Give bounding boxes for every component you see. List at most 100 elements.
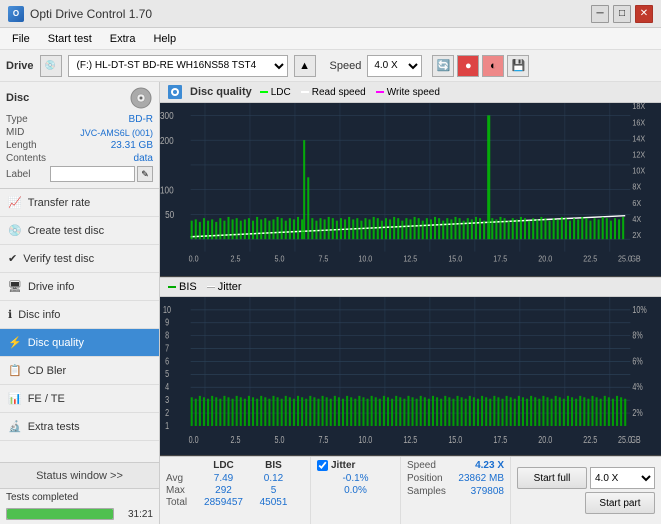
nav-disc-info[interactable]: ℹ Disc info — [0, 301, 159, 329]
nav-drive-info[interactable]: 🖥 Drive info — [0, 273, 159, 301]
svg-text:3: 3 — [165, 394, 169, 406]
bis-legend-row: BIS Jitter — [160, 277, 661, 297]
save-icon[interactable]: 💾 — [507, 55, 529, 77]
svg-text:0.0: 0.0 — [189, 254, 199, 264]
speed-select[interactable]: 4.0 X — [367, 55, 422, 77]
legend-read-speed: Read speed — [301, 87, 366, 98]
svg-text:15.0: 15.0 — [448, 434, 462, 446]
start-full-button[interactable]: Start full — [517, 467, 587, 489]
avg-jitter: -0.1% — [317, 473, 394, 484]
svg-text:7.5: 7.5 — [318, 434, 328, 446]
chart-legend: LDC Read speed Write speed — [260, 87, 440, 98]
svg-text:50: 50 — [165, 209, 174, 220]
ldc-dot — [260, 91, 268, 93]
settings-icon[interactable]: ● — [457, 55, 479, 77]
svg-text:GB: GB — [630, 434, 640, 446]
ldc-label: LDC — [271, 87, 291, 98]
svg-text:4: 4 — [165, 381, 169, 393]
svg-text:6X: 6X — [632, 198, 641, 208]
speed-dropdown[interactable]: 4.0 X — [590, 467, 655, 489]
status-completed-row: Tests completed — [0, 489, 159, 506]
drive-icon-btn[interactable]: 💿 — [40, 55, 62, 77]
disc-contents-value: data — [134, 153, 153, 164]
disc-label-edit-btn[interactable]: ✎ — [137, 166, 153, 182]
svg-text:10X: 10X — [632, 166, 645, 176]
extra-tests-label: Extra tests — [28, 421, 80, 433]
maximize-button[interactable]: □ — [613, 5, 631, 23]
read-speed-label: Read speed — [312, 87, 366, 98]
menu-start-test[interactable]: Start test — [40, 31, 100, 47]
menu-extra[interactable]: Extra — [102, 31, 144, 47]
chart-ldc: 300 200 100 50 18X 16X 14X 12X 10X 8X 6X… — [160, 103, 661, 277]
nav-transfer-rate[interactable]: 📈 Transfer rate — [0, 189, 159, 217]
total-label: Total — [166, 497, 196, 508]
read-speed-dot — [301, 91, 309, 93]
jitter-stats: Jitter -0.1% 0.0% — [310, 457, 400, 524]
extra-tests-icon: 🔬 — [8, 420, 22, 433]
color-icon[interactable]: ◐ — [482, 55, 504, 77]
nav-cd-bler[interactable]: 📋 CD Bler — [0, 357, 159, 385]
svg-text:6: 6 — [165, 356, 169, 368]
title-bar-left: O Opti Drive Control 1.70 — [8, 6, 152, 22]
jitter-header-label: Jitter — [331, 460, 355, 471]
disc-contents-row: Contents data — [6, 153, 153, 164]
speed-stat-label: Speed — [407, 460, 436, 471]
disc-mid-label: MID — [6, 127, 24, 138]
chart-title: Disc quality — [190, 86, 252, 98]
max-ldc: 292 — [196, 485, 251, 496]
jitter-checkbox[interactable] — [317, 460, 328, 471]
create-test-disc-icon: 💿 — [8, 224, 22, 237]
svg-text:22.5: 22.5 — [583, 434, 597, 446]
svg-text:GB: GB — [630, 254, 640, 264]
minimize-button[interactable]: ─ — [591, 5, 609, 23]
disc-label-input[interactable] — [50, 166, 135, 182]
svg-text:8X: 8X — [632, 182, 641, 192]
svg-text:10.0: 10.0 — [358, 434, 372, 446]
close-button[interactable]: ✕ — [635, 5, 653, 23]
svg-text:17.5: 17.5 — [493, 254, 507, 264]
drive-action-icons: 🔄 ● ◐ 💾 — [432, 55, 529, 77]
drive-select[interactable]: (F:) HL-DT-ST BD-RE WH16NS58 TST4 — [68, 55, 288, 77]
window-controls: ─ □ ✕ — [591, 5, 653, 23]
svg-text:10: 10 — [163, 304, 171, 316]
disc-quality-icon: ⚡ — [8, 336, 22, 349]
drive-label: Drive — [6, 60, 34, 72]
svg-text:22.5: 22.5 — [583, 254, 597, 264]
svg-text:100: 100 — [160, 185, 174, 196]
chart-bis: 10 9 8 7 6 5 4 3 2 1 10% 8% 6% 4% 2% — [160, 297, 661, 456]
speed-position-stats: Speed 4.23 X Position 23862 MB Samples 3… — [400, 457, 510, 524]
nav-create-test-disc[interactable]: 💿 Create test disc — [0, 217, 159, 245]
svg-text:15.0: 15.0 — [448, 254, 462, 264]
nav-disc-quality[interactable]: ⚡ Disc quality — [0, 329, 159, 357]
fe-te-label: FE / TE — [28, 393, 65, 405]
menu-help[interactable]: Help — [145, 31, 184, 47]
action-buttons: Start full 4.0 X Start part — [510, 457, 661, 524]
fe-te-icon: 📊 — [8, 392, 22, 405]
create-test-disc-label: Create test disc — [28, 225, 104, 237]
svg-text:20.0: 20.0 — [538, 254, 552, 264]
svg-text:5.0: 5.0 — [275, 434, 285, 446]
eject-button[interactable]: ▲ — [294, 55, 316, 77]
disc-header: Disc — [6, 86, 153, 110]
total-bis: 45051 — [251, 497, 296, 508]
write-speed-label: Write speed — [387, 87, 440, 98]
title-bar: O Opti Drive Control 1.70 ─ □ ✕ — [0, 0, 661, 28]
nav-extra-tests[interactable]: 🔬 Extra tests — [0, 413, 159, 441]
cd-bler-icon: 📋 — [8, 364, 22, 377]
status-window-button[interactable]: Status window >> — [0, 463, 159, 489]
nav-fe-te[interactable]: 📊 FE / TE — [0, 385, 159, 413]
position-value: 23862 MB — [458, 473, 504, 484]
nav-verify-test-disc[interactable]: ✔ Verify test disc — [0, 245, 159, 273]
menu-file[interactable]: File — [4, 31, 38, 47]
legend-bis: BIS — [168, 281, 197, 293]
start-full-row: Start full 4.0 X — [517, 467, 655, 489]
disc-icon — [129, 86, 153, 110]
refresh-icon[interactable]: 🔄 — [432, 55, 454, 77]
svg-text:1: 1 — [165, 420, 169, 432]
max-bis: 5 — [251, 485, 296, 496]
jitter-dot — [207, 286, 215, 288]
disc-label-row: Label ✎ — [6, 166, 153, 182]
start-part-button[interactable]: Start part — [585, 492, 655, 514]
svg-text:7.5: 7.5 — [318, 254, 328, 264]
avg-bis: 0.12 — [251, 473, 296, 484]
